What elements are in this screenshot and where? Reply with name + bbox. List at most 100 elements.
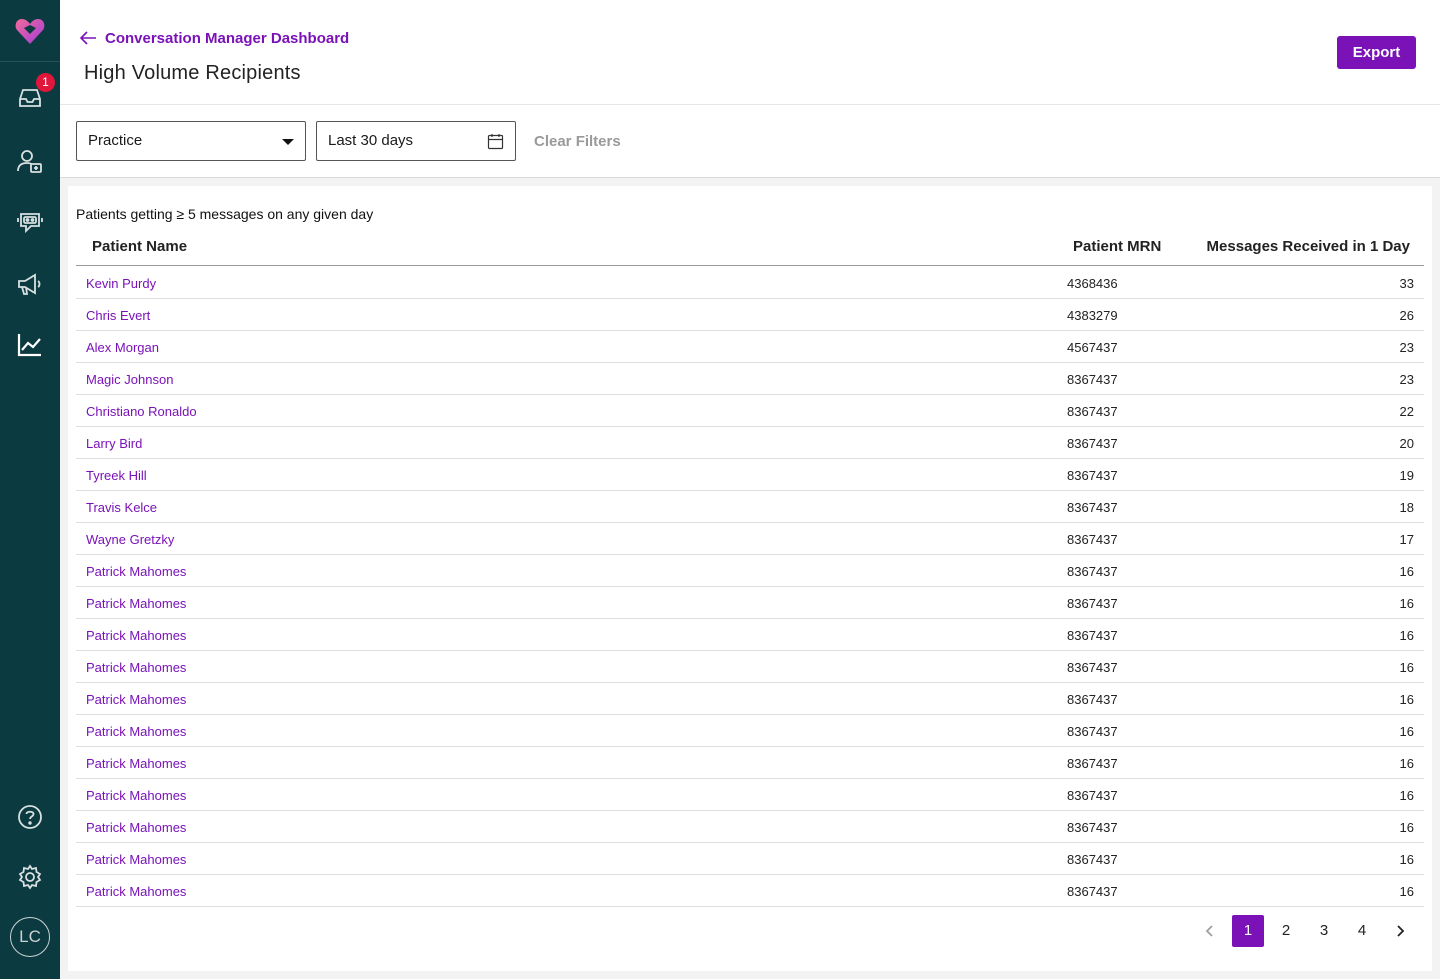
patient-name-link[interactable]: Patrick Mahomes	[86, 596, 186, 611]
message-count: 18	[1399, 500, 1414, 515]
prev-page-button[interactable]	[1194, 915, 1226, 947]
nav-help[interactable]	[0, 792, 60, 842]
patient-mrn: 8367437	[1067, 596, 1118, 611]
patient-mrn: 8367437	[1067, 756, 1118, 771]
patient-name-link[interactable]: Patrick Mahomes	[86, 628, 186, 643]
nav-campaigns[interactable]	[0, 259, 60, 309]
patient-name-link[interactable]: Wayne Gretzky	[86, 532, 174, 547]
patient-mrn: 8367437	[1067, 884, 1118, 899]
message-count: 16	[1399, 628, 1414, 643]
caret-down-icon	[282, 139, 294, 145]
export-button[interactable]: Export	[1337, 36, 1416, 69]
table-row: Tyreek Hill 8367437 19	[76, 459, 1424, 491]
column-header-count[interactable]: Messages Received in 1 Day	[1207, 238, 1410, 255]
back-link[interactable]: Conversation Manager Dashboard	[80, 28, 349, 48]
patient-name-link[interactable]: Christiano Ronaldo	[86, 404, 197, 419]
table-row: Christiano Ronaldo 8367437 22	[76, 395, 1424, 427]
patient-mrn: 8367437	[1067, 660, 1118, 675]
chart-icon	[17, 334, 41, 357]
patient-name-link[interactable]: Patrick Mahomes	[86, 788, 186, 803]
patient-mrn: 8367437	[1067, 692, 1118, 707]
message-count: 16	[1399, 756, 1414, 771]
practice-select[interactable]: Practice	[76, 121, 306, 161]
nav-settings[interactable]	[0, 852, 60, 902]
message-count: 16	[1399, 596, 1414, 611]
calendar-icon[interactable]	[487, 133, 504, 150]
patient-name-link[interactable]: Alex Morgan	[86, 340, 159, 355]
patient-name-link[interactable]: Chris Evert	[86, 308, 150, 323]
patient-name-link[interactable]: Patrick Mahomes	[86, 692, 186, 707]
page-button-4[interactable]: 4	[1346, 915, 1378, 947]
avatar[interactable]: LC	[10, 917, 50, 957]
table-caption: Patients getting ≥ 5 messages on any giv…	[76, 206, 374, 222]
patient-mrn: 8367437	[1067, 820, 1118, 835]
table-header: Patient Name Patient MRN Messages Receiv…	[76, 228, 1424, 266]
help-icon	[18, 805, 42, 829]
page-button-3[interactable]: 3	[1308, 915, 1340, 947]
table-row: Patrick Mahomes 8367437 16	[76, 875, 1424, 907]
logo[interactable]	[0, 0, 60, 62]
nav-patients[interactable]	[0, 136, 60, 186]
table-row: Patrick Mahomes 8367437 16	[76, 619, 1424, 651]
patient-name-link[interactable]: Kevin Purdy	[86, 276, 156, 291]
table-row: Travis Kelce 8367437 18	[76, 491, 1424, 523]
table-row: Patrick Mahomes 8367437 16	[76, 587, 1424, 619]
patient-name-link[interactable]: Tyreek Hill	[86, 468, 147, 483]
message-count: 16	[1399, 724, 1414, 739]
practice-select-value: Practice	[88, 132, 143, 149]
patient-name-link[interactable]: Patrick Mahomes	[86, 884, 186, 899]
page-button-2[interactable]: 2	[1270, 915, 1302, 947]
patient-mrn: 8367437	[1067, 532, 1118, 547]
patient-mrn: 8367437	[1067, 788, 1118, 803]
table-row: Patrick Mahomes 8367437 16	[76, 811, 1424, 843]
arrow-left-icon	[80, 31, 96, 45]
chevron-right-icon	[1397, 925, 1405, 937]
patient-mrn: 8367437	[1067, 724, 1118, 739]
bot-icon	[17, 213, 43, 234]
column-header-name[interactable]: Patient Name	[92, 238, 187, 255]
patient-name-link[interactable]: Patrick Mahomes	[86, 820, 186, 835]
chevron-left-icon	[1205, 925, 1213, 937]
table-row: Patrick Mahomes 8367437 16	[76, 683, 1424, 715]
message-count: 16	[1399, 564, 1414, 579]
message-count: 16	[1399, 660, 1414, 675]
nav-bots[interactable]	[0, 196, 60, 246]
patient-mrn: 8367437	[1067, 404, 1118, 419]
message-count: 20	[1399, 436, 1414, 451]
column-header-mrn[interactable]: Patient MRN	[1073, 238, 1161, 255]
message-count: 23	[1399, 372, 1414, 387]
patient-mrn: 4567437	[1067, 340, 1118, 355]
patient-mrn: 4368436	[1067, 276, 1118, 291]
patient-name-link[interactable]: Patrick Mahomes	[86, 564, 186, 579]
table-row: Patrick Mahomes 8367437 16	[76, 715, 1424, 747]
message-count: 17	[1399, 532, 1414, 547]
message-count: 26	[1399, 308, 1414, 323]
page-title: High Volume Recipients	[84, 62, 301, 84]
gear-icon	[18, 864, 42, 890]
table-row: Larry Bird 8367437 20	[76, 427, 1424, 459]
table-row: Patrick Mahomes 8367437 16	[76, 555, 1424, 587]
date-range-input[interactable]: Last 30 days	[316, 121, 516, 161]
message-count: 22	[1399, 404, 1414, 419]
patient-name-link[interactable]: Larry Bird	[86, 436, 142, 451]
message-count: 33	[1399, 276, 1414, 291]
patient-name-link[interactable]: Magic Johnson	[86, 372, 173, 387]
clear-filters-button[interactable]: Clear Filters	[534, 133, 621, 150]
patient-name-link[interactable]: Patrick Mahomes	[86, 660, 186, 675]
page-button-1[interactable]: 1	[1232, 915, 1264, 947]
patient-mrn: 8367437	[1067, 468, 1118, 483]
patient-name-link[interactable]: Patrick Mahomes	[86, 756, 186, 771]
table-row: Patrick Mahomes 8367437 16	[76, 651, 1424, 683]
patient-mrn: 8367437	[1067, 372, 1118, 387]
next-page-button[interactable]	[1384, 915, 1416, 947]
table-row: Patrick Mahomes 8367437 16	[76, 779, 1424, 811]
sidebar: 1 LC	[0, 0, 60, 979]
message-count: 16	[1399, 692, 1414, 707]
table-row: Patrick Mahomes 8367437 16	[76, 843, 1424, 875]
table-row: Magic Johnson 8367437 23	[76, 363, 1424, 395]
date-range-value: Last 30 days	[328, 132, 414, 149]
patient-name-link[interactable]: Patrick Mahomes	[86, 724, 186, 739]
nav-analytics[interactable]	[0, 320, 60, 370]
patient-name-link[interactable]: Travis Kelce	[86, 500, 157, 515]
patient-name-link[interactable]: Patrick Mahomes	[86, 852, 186, 867]
